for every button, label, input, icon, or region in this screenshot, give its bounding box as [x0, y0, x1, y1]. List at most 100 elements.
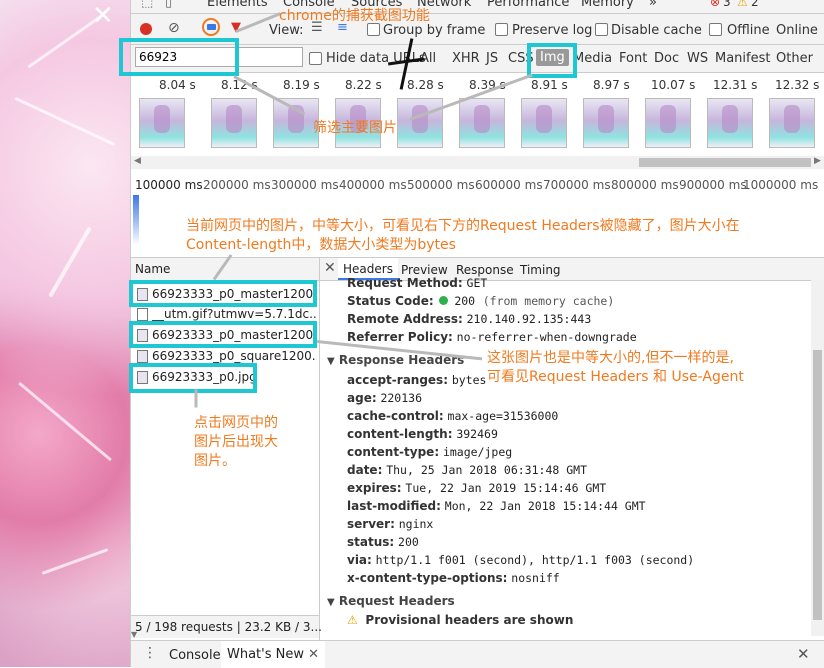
hide-data-urls-checkbox[interactable] [309, 52, 322, 65]
remote-address-row: Remote Address: 210.140.92.135:443 [347, 312, 592, 326]
overview-tick: 800000 ms [611, 178, 679, 192]
header-row: age: 220136 [347, 391, 422, 405]
overview-tick: 900000 ms [679, 178, 747, 192]
filmstrip-frame[interactable] [139, 98, 185, 148]
warning-icon: ⚠ [347, 613, 358, 627]
cross-mark [387, 38, 425, 90]
overview-tick: 700000 ms [543, 178, 611, 192]
filmstrip-frame[interactable] [521, 98, 567, 148]
provisional-warning: ⚠ Provisional headers are shown [347, 613, 574, 627]
filter-doc[interactable]: Doc [654, 51, 679, 66]
highlight-row-3 [129, 321, 317, 348]
highlight-row-5 [129, 363, 257, 393]
request-method-row: Request Method: GET [347, 276, 488, 290]
more-tabs-button[interactable]: » [649, 0, 657, 10]
clear-icon[interactable]: ⊘ [168, 20, 180, 36]
request-headers-section[interactable]: ▼ Request Headers [327, 594, 455, 608]
header-row: via: http/1.1 f001 (second), http/1.1 f0… [347, 553, 695, 567]
offline-label: Offline [727, 23, 770, 38]
header-row: server: nginx [347, 517, 434, 531]
annotation-large-image: 点击网页中的 图片后出现大 图片。 [194, 415, 278, 469]
request-summary: 5 / 198 requests | 23.2 KB / 3... [135, 620, 322, 634]
header-row: status: 200 [347, 535, 419, 549]
header-row: cache-control: max-age=31536000 [347, 409, 559, 423]
overview-tick: 1000000 ms [743, 178, 819, 192]
triangle-down-icon: ▼ [327, 597, 335, 608]
filter-other[interactable]: Other [776, 51, 813, 66]
close-icon: ✕ [308, 647, 320, 662]
device-icon[interactable]: ▯ [165, 0, 172, 10]
filmstrip-time: 8.22 s [345, 78, 382, 92]
filmstrip-frame[interactable] [211, 98, 257, 148]
close-drawer-icon[interactable]: ✕ [797, 645, 810, 663]
close-icon[interactable]: ✕ [92, 3, 114, 29]
filmstrip-time: 8.91 s [531, 78, 568, 92]
tab-preview[interactable]: Preview [401, 263, 448, 277]
filmstrip-frame[interactable] [583, 98, 629, 148]
overview-tick: 100000 ms [135, 178, 203, 192]
annotation-arrow [194, 389, 198, 408]
filmstrip-frame[interactable] [645, 98, 691, 148]
header-row: date: Thu, 25 Jan 2018 06:31:48 GMT [347, 463, 587, 477]
detail-scrollbar[interactable] [811, 280, 824, 636]
filmstrip-frame[interactable] [459, 98, 505, 148]
filmstrip-time: 12.31 s [713, 78, 758, 92]
tab-timing[interactable]: Timing [520, 263, 561, 277]
main-tab-bar: ⬚ ▯ Elements Console Sources Network Per… [131, 0, 824, 14]
header-row: x-content-type-options: nosniff [347, 571, 560, 585]
close-detail-icon[interactable]: ✕ [324, 260, 336, 276]
disable-cache-checkbox[interactable] [595, 23, 608, 36]
drawer-menu-icon[interactable]: ⋮ [143, 645, 157, 661]
inspect-icon[interactable]: ⬚ [141, 0, 153, 10]
error-icon[interactable]: ⊗ [710, 0, 720, 9]
filter-xhr[interactable]: XHR [452, 51, 480, 66]
referrer-policy-row: Referrer Policy: no-referrer-when-downgr… [347, 330, 637, 344]
record-icon[interactable] [140, 23, 152, 35]
status-code-row: Status Code: 200 (from memory cache) [347, 294, 615, 308]
filmstrip-scrollbar[interactable]: ◀ ▶ [131, 156, 824, 169]
file-icon [137, 308, 148, 321]
highlight-filter-input [119, 38, 239, 76]
filmstrip-time: 12.32 s [775, 78, 820, 92]
overview-tick: 200000 ms [203, 178, 271, 192]
overview-tick: 400000 ms [339, 178, 407, 192]
drawer-tab-bar: ⋮ Console What's New ✕ ✕ [131, 640, 824, 668]
drawer-tab-console[interactable]: Console [169, 648, 221, 663]
triangle-down-icon: ▼ [327, 356, 335, 367]
overview-bars [133, 195, 139, 245]
preserve-log-label: Preserve log [512, 23, 593, 38]
tab-elements[interactable]: Elements [207, 0, 268, 10]
overview-tick: 500000 ms [407, 178, 475, 192]
filter-font[interactable]: Font [619, 51, 647, 66]
preserve-log-checkbox[interactable] [495, 23, 508, 36]
filmstrip-frame[interactable] [707, 98, 753, 148]
filmstrip-time: 8.04 s [159, 78, 196, 92]
filter-js[interactable]: JS [486, 51, 498, 66]
tab-memory[interactable]: Memory [581, 0, 634, 10]
list-scroll-down[interactable]: ▼ [131, 630, 141, 640]
capture-screenshots-icon[interactable] [202, 18, 220, 36]
throttling-select[interactable]: Online [776, 23, 818, 38]
header-row: content-length: 392469 [347, 427, 498, 441]
filmstrip-frame[interactable] [769, 98, 815, 148]
filmstrip-time: 8.19 s [283, 78, 320, 92]
header-row: expires: Tue, 22 Jan 2019 15:14:46 GMT [347, 481, 607, 495]
filter-manifest[interactable]: Manifest [715, 51, 770, 66]
header-row: accept-ranges: bytes [347, 373, 487, 387]
warning-icon[interactable]: ⚠ [737, 0, 748, 9]
drawer-tab-whats-new[interactable]: What's New ✕ [221, 641, 326, 668]
annotation-screenshot-feature: chrome的捕获截图功能 [279, 8, 430, 24]
filter-ws[interactable]: WS [687, 51, 708, 66]
filmstrip-frame[interactable] [397, 98, 443, 148]
list-status-bar: 5 / 198 requests | 23.2 KB / 3... [131, 615, 322, 638]
image-file-icon [137, 350, 148, 363]
name-column-header[interactable]: Name [135, 262, 170, 276]
highlight-row-1 [129, 280, 317, 307]
highlight-img-filter [527, 43, 577, 78]
tab-response[interactable]: Response [456, 263, 514, 277]
tab-performance[interactable]: Performance [487, 0, 569, 10]
header-row: content-type: image/jpeg [347, 445, 513, 459]
offline-checkbox[interactable] [709, 23, 722, 36]
filter-media[interactable]: Media [573, 51, 612, 66]
panel-divider[interactable] [319, 258, 320, 640]
